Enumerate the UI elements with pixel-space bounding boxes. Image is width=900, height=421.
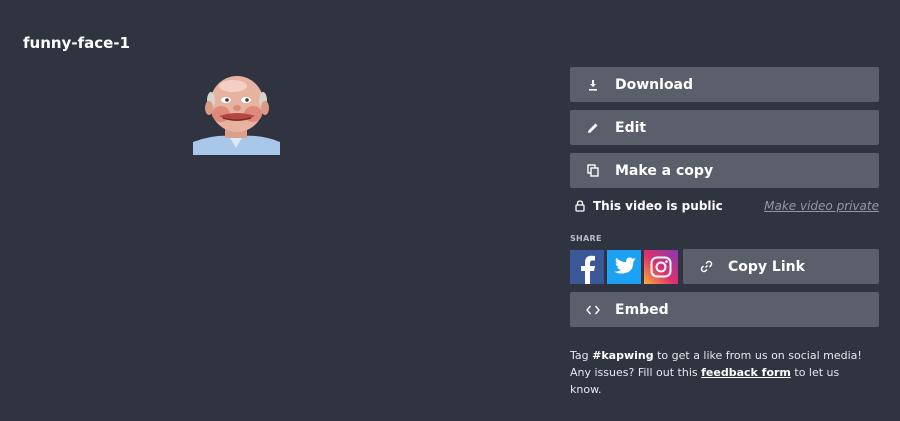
instagram-icon	[650, 256, 672, 277]
copy-link-label: Copy Link	[728, 258, 805, 275]
make-private-link[interactable]: Make video private	[764, 199, 879, 213]
facebook-icon	[581, 255, 595, 284]
code-brackets-icon	[586, 303, 600, 317]
make-copy-label: Make a copy	[615, 162, 714, 179]
twitter-icon	[614, 257, 636, 273]
twitter-share-button[interactable]	[607, 249, 641, 284]
download-label: Download	[615, 76, 694, 93]
feedback-note: Tag #kapwing to get a like from us on so…	[570, 347, 870, 398]
download-icon	[586, 78, 600, 92]
hashtag-text: #kapwing	[592, 349, 654, 362]
edit-label: Edit	[615, 119, 647, 136]
pencil-icon	[586, 121, 600, 135]
facebook-share-button[interactable]	[570, 249, 604, 284]
privacy-row: This video is public Make video private	[570, 196, 879, 216]
funny-face-image	[193, 74, 280, 155]
copy-link-button[interactable]: Copy Link	[683, 249, 879, 284]
lock-icon	[575, 200, 585, 212]
embed-button[interactable]: Embed	[570, 292, 879, 327]
privacy-status-text: This video is public	[593, 199, 723, 213]
feedback-form-link[interactable]: feedback form	[701, 366, 791, 379]
privacy-status: This video is public	[570, 199, 723, 213]
share-row: Copy Link	[570, 249, 879, 284]
edit-button[interactable]: Edit	[570, 110, 879, 145]
video-thumbnail[interactable]	[193, 74, 280, 155]
share-heading: SHARE	[570, 234, 602, 243]
footer-prefix: Tag	[570, 349, 593, 362]
page-title: funny-face-1	[23, 34, 130, 52]
instagram-share-button[interactable]	[644, 249, 678, 284]
embed-label: Embed	[615, 301, 669, 318]
video-share-page: funny-face-1 Download Edit Make a copy T…	[0, 0, 900, 421]
make-copy-button[interactable]: Make a copy	[570, 153, 879, 188]
link-icon	[699, 260, 713, 274]
share-panel: Download Edit Make a copy This video is …	[570, 67, 879, 398]
download-button[interactable]: Download	[570, 67, 879, 102]
copy-icon	[586, 164, 600, 178]
